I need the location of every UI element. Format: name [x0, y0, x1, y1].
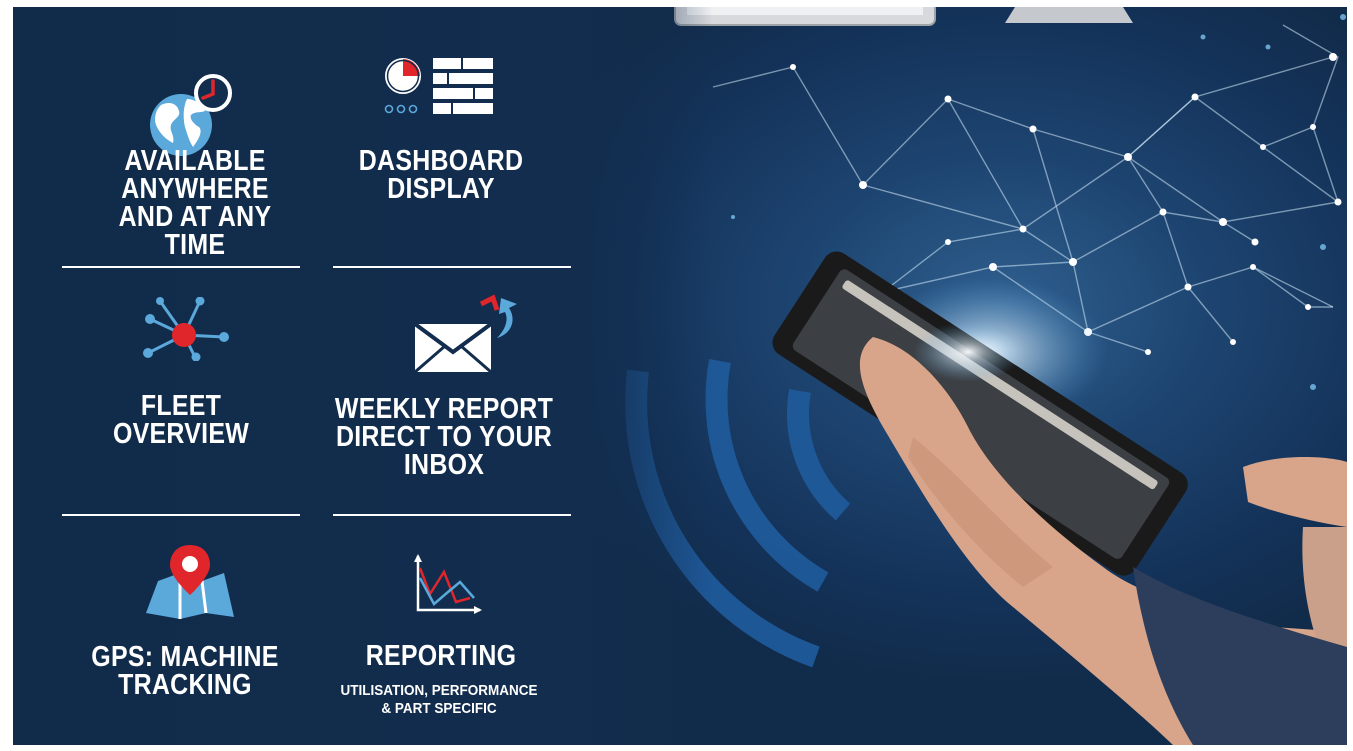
feature-gps-title: GPS: MACHINE TRACKING — [91, 641, 279, 701]
feature-reporting-subtitle: UTILISATION, PERFORMANCE & PART SPECIFIC — [340, 682, 538, 717]
divider — [333, 514, 571, 516]
divider — [333, 266, 571, 268]
feature-available-title: AVAILABLE ANYWHERE AND AT ANY TIME — [118, 145, 272, 261]
divider — [62, 514, 300, 516]
dashboard-icon — [384, 58, 493, 114]
feature-banner: AVAILABLE ANYWHERE AND AT ANY TIME DASHB… — [13, 7, 1347, 745]
feature-reporting-title: REPORTING — [365, 640, 517, 672]
line-graph-icon — [414, 554, 482, 614]
feature-weekly-title: WEEKLY REPORT DIRECT TO YOUR INBOX — [334, 393, 554, 481]
feature-dashboard-title: DASHBOARD DISPLAY — [358, 145, 524, 205]
feature-fleet-title: FLEET OVERVIEW — [112, 390, 250, 450]
left-panel-background — [13, 7, 713, 745]
divider — [62, 266, 300, 268]
network-node-icon — [143, 297, 229, 361]
envelope-arrow-icon — [413, 294, 517, 374]
map-pin-icon — [146, 545, 234, 619]
